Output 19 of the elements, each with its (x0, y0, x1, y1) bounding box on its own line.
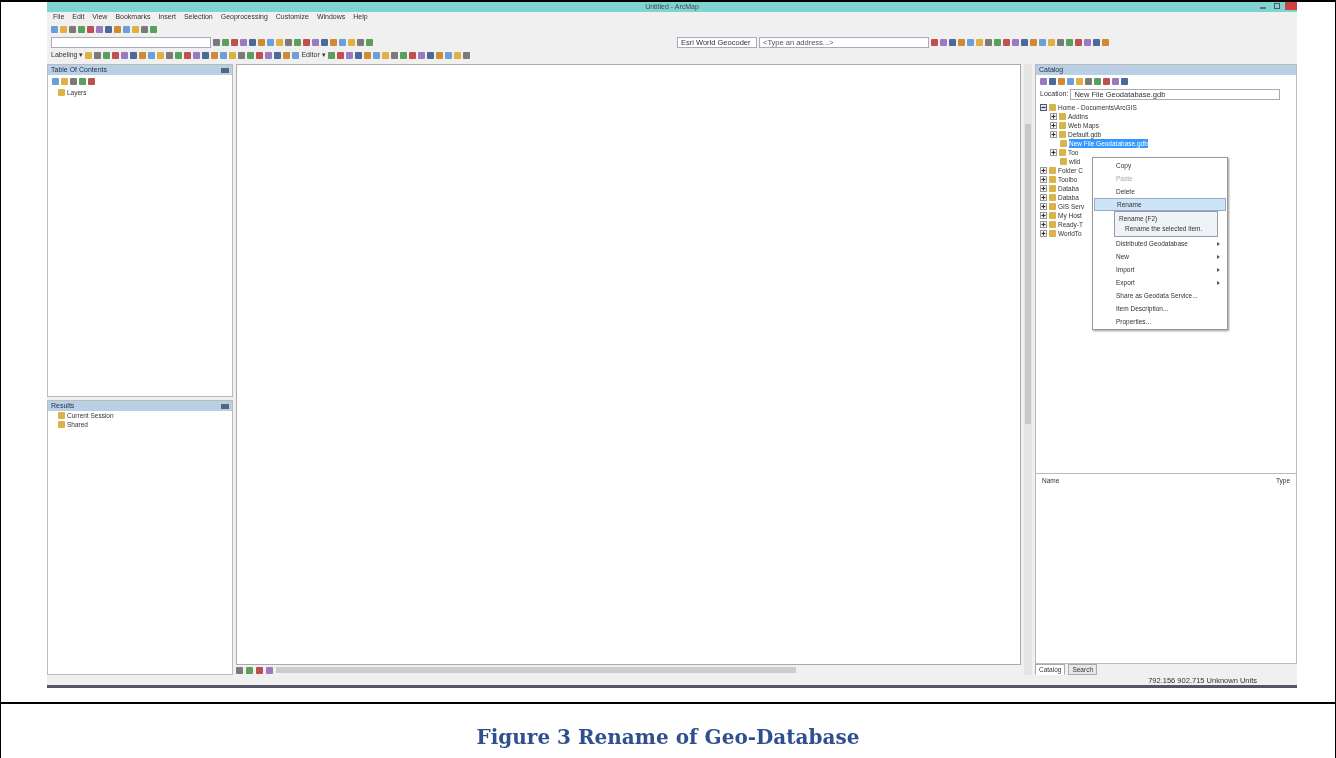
expand-icon[interactable] (1040, 212, 1047, 219)
expand-icon[interactable] (1050, 122, 1057, 129)
maximize-icon[interactable] (1271, 2, 1283, 10)
expand-icon[interactable] (1040, 194, 1047, 201)
expand-icon[interactable] (1050, 113, 1057, 120)
expand-icon[interactable] (1050, 131, 1057, 138)
expand-icon[interactable] (1040, 167, 1047, 174)
expand-icon[interactable] (1040, 221, 1047, 228)
figure-caption: Figure 3 Rename of Geo-Database (476, 724, 860, 751)
horizontal-scrollbar[interactable] (276, 667, 796, 673)
expand-icon[interactable] (1040, 203, 1047, 210)
layers-icon (58, 89, 65, 96)
expand-icon[interactable] (1040, 185, 1047, 192)
expand-icon[interactable] (1050, 149, 1057, 156)
vertical-scrollbar[interactable] (1024, 64, 1032, 675)
collapse-icon[interactable] (1040, 104, 1047, 111)
expand-icon[interactable] (1040, 176, 1047, 183)
expand-icon[interactable] (1040, 230, 1047, 237)
scale-field[interactable] (51, 37, 211, 48)
